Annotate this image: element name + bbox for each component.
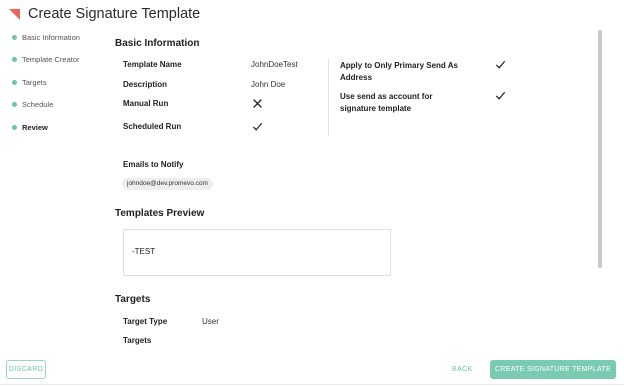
- scrollbar-thumb[interactable]: [598, 30, 602, 268]
- step-template-creator[interactable]: Template Creator: [12, 52, 80, 66]
- step-label: Basic Information: [22, 32, 80, 42]
- x-icon: [253, 99, 262, 108]
- target-type-label: Target Type: [123, 317, 168, 326]
- column-divider: [328, 58, 329, 136]
- create-signature-template-button[interactable]: CREATE SIGNATURE TEMPLATE: [490, 360, 616, 379]
- scheduled-run-label: Scheduled Run: [123, 122, 182, 131]
- check-icon: [252, 122, 263, 131]
- targets-heading: Targets: [115, 294, 151, 305]
- page-title: Create Signature Template: [28, 6, 201, 22]
- logo-icon: [9, 9, 20, 20]
- scrollbar[interactable]: [596, 30, 604, 344]
- primary-send-as-label: Apply to Only Primary Send As Address: [340, 61, 458, 82]
- description-label: Description: [123, 80, 168, 89]
- step-dot-icon: [12, 34, 17, 40]
- step-dot-icon: [12, 79, 17, 85]
- template-name-value: JohnDoeTest: [251, 60, 298, 69]
- send-as-account-label: Use send as account for signature templa…: [340, 92, 433, 113]
- target-type-value: User: [202, 317, 219, 326]
- templates-preview-heading: Templates Preview: [115, 208, 205, 219]
- check-icon: [495, 60, 506, 69]
- basic-information-heading: Basic Information: [115, 38, 200, 49]
- step-label: Review: [22, 122, 48, 132]
- check-icon: [495, 91, 506, 100]
- step-dot-icon: [12, 101, 17, 107]
- step-label: Template Creator: [22, 54, 80, 64]
- template-name-label: Template Name: [123, 60, 182, 69]
- email-chip: johndoe@dev.promevo.com: [122, 178, 213, 190]
- step-schedule[interactable]: Schedule: [12, 97, 53, 111]
- page-header: Create Signature Template: [0, 0, 624, 28]
- footer-divider: [0, 384, 624, 385]
- review-content: Basic Information Template Name JohnDoeT…: [110, 28, 596, 346]
- step-label: Schedule: [22, 99, 54, 109]
- step-label: Targets: [22, 77, 47, 87]
- targets-label: Targets: [123, 336, 152, 345]
- step-dot-icon: [12, 56, 17, 62]
- step-review[interactable]: Review: [12, 120, 48, 134]
- step-targets[interactable]: Targets: [12, 75, 47, 89]
- description-value: John Doe: [251, 80, 286, 89]
- step-dot-icon: [12, 124, 17, 130]
- back-button[interactable]: BACK: [452, 360, 473, 379]
- discard-button[interactable]: DISCARD: [6, 360, 46, 379]
- step-basic-information[interactable]: Basic Information: [12, 30, 80, 44]
- template-preview-box: -TEST: [123, 229, 391, 276]
- emails-to-notify-label: Emails to Notify: [123, 160, 184, 169]
- manual-run-label: Manual Run: [123, 99, 169, 108]
- template-preview-text: -TEST: [132, 247, 156, 256]
